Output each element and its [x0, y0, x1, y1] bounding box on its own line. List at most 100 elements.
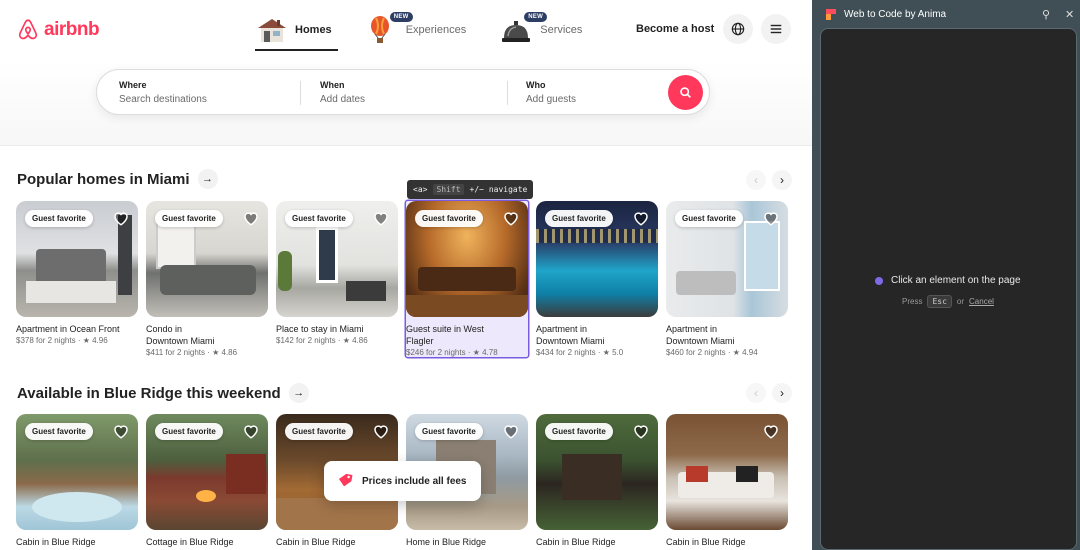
- listing-card[interactable]: Guest favorite Condo in Downtown Miami $…: [146, 201, 268, 357]
- app-root: airbnb Homes NEW Experiences NEW Service…: [0, 0, 1080, 550]
- search-divider: [300, 81, 301, 105]
- service-bell-icon: NEW: [500, 12, 548, 46]
- blue-ridge-pager: ‹ ›: [746, 383, 792, 403]
- listing-card[interactable]: Cabin in Blue Ridge: [666, 414, 788, 548]
- heart-icon[interactable]: [372, 209, 390, 227]
- listing-title: Cottage in Blue Ridge: [146, 537, 234, 547]
- listing-title: Cabin in Blue Ridge: [536, 537, 616, 547]
- heart-icon[interactable]: [242, 422, 260, 440]
- tab-services[interactable]: NEW Services: [500, 10, 588, 50]
- section-title-miami[interactable]: Popular homes in Miami →: [17, 169, 218, 189]
- panel-header: Web to Code by Anima ⚲ ✕: [812, 0, 1080, 28]
- pick-prompt-text: Click an element on the page: [891, 275, 1021, 286]
- airbnb-logo[interactable]: airbnb: [16, 18, 100, 42]
- listing-price: $460 for 2 nights · ★ 4.94: [666, 348, 758, 357]
- listing-card-highlighted[interactable]: Guest favorite Guest suite in West Flagl…: [406, 201, 528, 357]
- listing-title: Place to stay in Miami: [276, 324, 364, 334]
- next-button[interactable]: ›: [772, 170, 792, 190]
- listing-title: Cabin in Blue Ridge: [16, 537, 96, 547]
- listing-title: Condo in Downtown Miami: [146, 324, 215, 346]
- search-icon: [680, 87, 691, 98]
- language-button[interactable]: [723, 14, 753, 44]
- heart-icon[interactable]: [762, 422, 780, 440]
- guest-favorite-badge: Guest favorite: [155, 210, 223, 227]
- next-button[interactable]: ›: [772, 383, 792, 403]
- new-badge: NEW: [389, 12, 413, 22]
- heart-icon[interactable]: [632, 209, 650, 227]
- anima-logo-icon: [826, 8, 836, 20]
- pick-hint: Press Esc or Cancel: [902, 295, 994, 308]
- heart-icon[interactable]: [632, 422, 650, 440]
- anima-side-panel: Web to Code by Anima ⚲ ✕ Click an elemen…: [812, 0, 1080, 550]
- listing-card[interactable]: Guest favorite Cottage in Blue Ridge: [146, 414, 268, 548]
- heart-icon[interactable]: [112, 422, 130, 440]
- tab-homes[interactable]: Homes: [255, 10, 338, 51]
- tab-experiences[interactable]: NEW Experiences: [366, 10, 473, 50]
- press-label: Press: [902, 297, 923, 306]
- search-where-field[interactable]: Where Search destinations: [119, 80, 289, 105]
- listing-card[interactable]: Guest favorite Apartment in Downtown Mia…: [666, 201, 788, 357]
- search-button[interactable]: [668, 75, 703, 110]
- top-nav-tabs: Homes NEW Experiences NEW Services: [255, 10, 616, 51]
- esc-key: Esc: [927, 295, 952, 308]
- heart-icon[interactable]: [112, 209, 130, 227]
- arrow-right-icon[interactable]: →: [197, 169, 218, 189]
- miami-listings-row: Guest favorite Apartment in Ocean Front …: [16, 201, 788, 357]
- airbnb-page: airbnb Homes NEW Experiences NEW Service…: [0, 0, 812, 550]
- section-title-text: Popular homes in Miami: [17, 170, 190, 188]
- guest-favorite-badge: Guest favorite: [285, 210, 353, 227]
- heart-icon[interactable]: [372, 422, 390, 440]
- listing-price: $411 for 2 nights · ★ 4.86: [146, 348, 238, 357]
- price-tag-icon: [338, 473, 353, 487]
- heart-icon[interactable]: [502, 422, 520, 440]
- guest-favorite-badge: Guest favorite: [545, 210, 613, 227]
- arrow-right-icon[interactable]: →: [288, 383, 309, 403]
- listing-card[interactable]: Guest favorite Apartment in Downtown Mia…: [536, 201, 658, 357]
- search-who-field[interactable]: Who Add guests: [526, 80, 656, 105]
- heart-icon[interactable]: [502, 209, 520, 227]
- listing-title: Apartment in Downtown Miami: [666, 324, 735, 346]
- guest-favorite-badge: Guest favorite: [25, 423, 93, 440]
- listing-card[interactable]: Guest favorite Cabin in Blue Ridge: [16, 414, 138, 548]
- who-placeholder: Add guests: [526, 94, 577, 105]
- become-a-host-link[interactable]: Become a host: [636, 23, 714, 35]
- main-menu-button[interactable]: [761, 14, 791, 44]
- guest-favorite-badge: Guest favorite: [675, 210, 743, 227]
- listing-card[interactable]: Guest favorite Apartment in Ocean Front …: [16, 201, 138, 357]
- status-dot-icon: [875, 276, 883, 285]
- section-title-text: Available in Blue Ridge this weekend: [17, 384, 281, 402]
- prev-button[interactable]: ‹: [746, 383, 766, 403]
- or-label: or: [956, 297, 965, 306]
- listing-title: Apartment in Downtown Miami: [536, 324, 605, 346]
- listing-card[interactable]: Guest favorite Place to stay in Miami $1…: [276, 201, 398, 357]
- search-bar: Where Search destinations When Add dates…: [96, 69, 710, 115]
- search-when-field[interactable]: When Add dates: [320, 80, 500, 105]
- globe-icon: [731, 22, 745, 36]
- menu-icon: [770, 24, 782, 34]
- guest-favorite-badge: Guest favorite: [415, 423, 483, 440]
- prev-button[interactable]: ‹: [746, 170, 766, 190]
- listing-title: Home in Blue Ridge: [406, 537, 487, 547]
- cancel-link[interactable]: Cancel: [969, 297, 994, 306]
- listing-price: $378 for 2 nights · ★ 4.96: [16, 336, 108, 345]
- listing-card[interactable]: Guest favorite Cabin in Blue Ridge: [536, 414, 658, 548]
- listing-title: Apartment in Ocean Front: [16, 324, 120, 334]
- listing-title: Cabin in Blue Ridge: [276, 537, 356, 547]
- hot-air-balloon-icon: NEW: [366, 12, 413, 46]
- section-title-blue-ridge[interactable]: Available in Blue Ridge this weekend →: [17, 383, 309, 403]
- guest-favorite-badge: Guest favorite: [415, 210, 483, 227]
- heart-icon[interactable]: [762, 209, 780, 227]
- close-icon[interactable]: ✕: [1065, 8, 1074, 21]
- guest-favorite-badge: Guest favorite: [545, 423, 613, 440]
- when-placeholder: Add dates: [320, 94, 366, 105]
- prices-include-fees-toast[interactable]: Prices include all fees: [324, 461, 481, 501]
- tab-homes-label: Homes: [295, 24, 332, 36]
- listing-price: $142 for 2 nights · ★ 4.86: [276, 336, 368, 345]
- heart-icon[interactable]: [242, 209, 260, 227]
- new-badge: NEW: [524, 12, 548, 22]
- listing-title: Cabin in Blue Ridge: [666, 537, 746, 547]
- guest-favorite-badge: Guest favorite: [285, 423, 353, 440]
- panel-title: Web to Code by Anima: [844, 8, 947, 20]
- tooltip-hint: +/− navigate: [469, 185, 528, 194]
- pin-icon[interactable]: ⚲: [1042, 8, 1050, 21]
